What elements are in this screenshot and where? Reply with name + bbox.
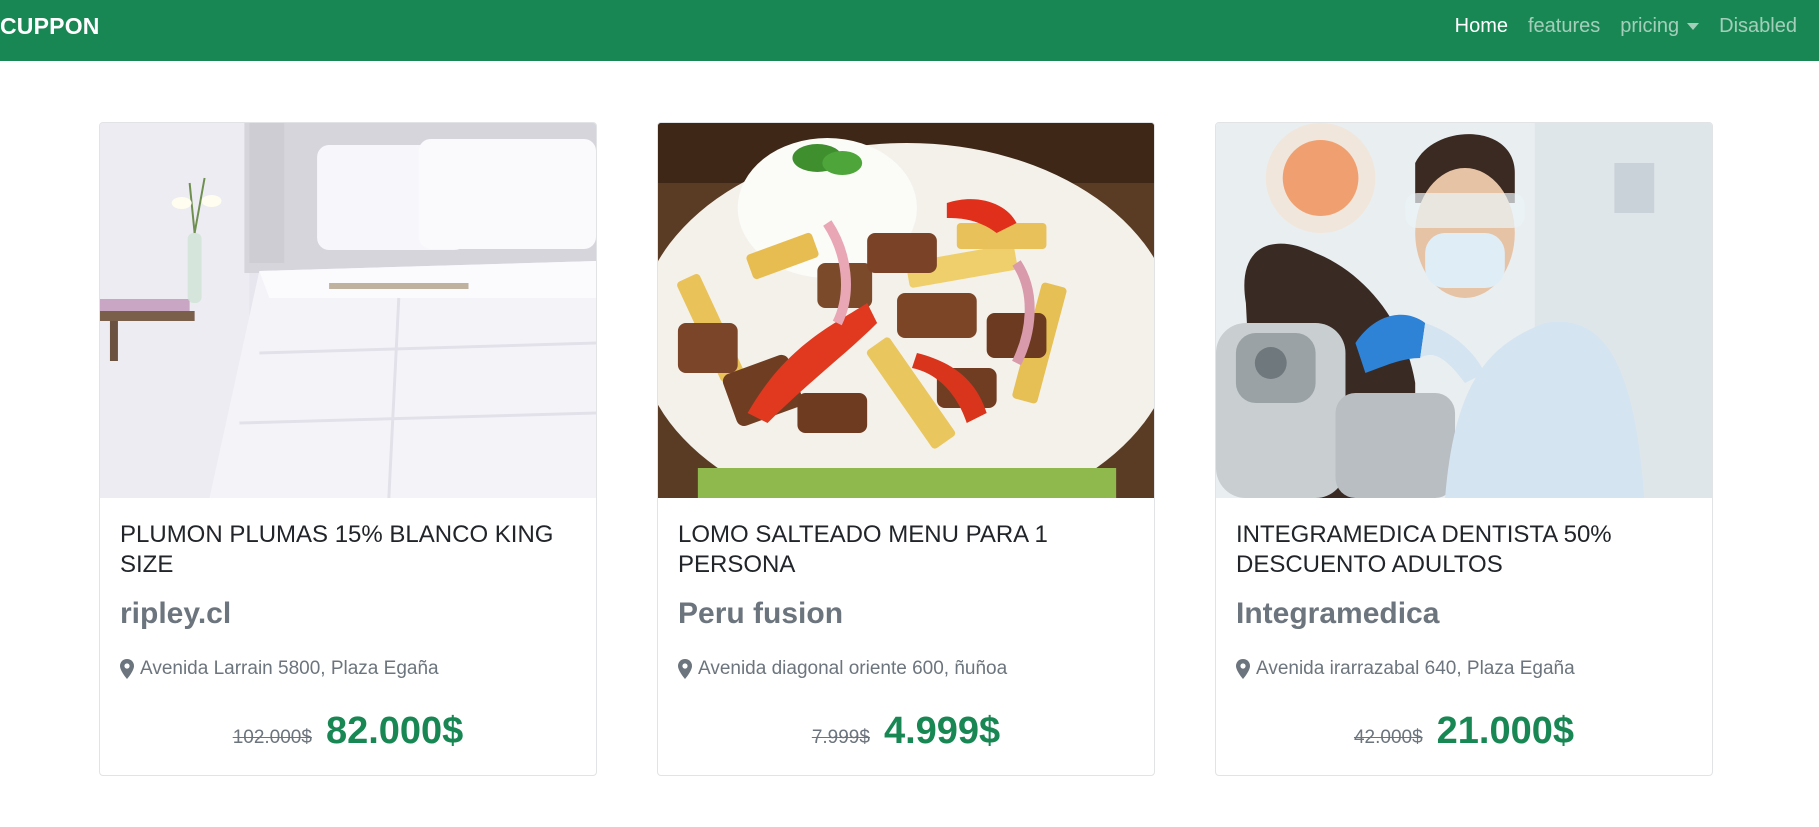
top-navbar: CUPPON Home features pricing Disabled — [0, 0, 1819, 61]
new-price: 4.999$ — [883, 710, 1001, 752]
bed-with-white-duvet-image — [100, 123, 596, 498]
deal-title: PLUMON PLUMAS 15% BLANCO KING SIZE — [120, 521, 554, 578]
store-name: Peru fusion — [678, 597, 844, 630]
address-line: Avenida diagonal oriente 600, ñuñoa — [678, 658, 1134, 680]
brand-logo[interactable]: CUPPON — [0, 13, 100, 40]
new-price: 21.000$ — [1436, 710, 1575, 752]
dentist-treating-patient-image — [1216, 123, 1712, 498]
old-price: 7.999$ — [811, 727, 870, 748]
deal-title: LOMO SALTEADO MENU PARA 1 PERSONA — [678, 521, 1048, 578]
address-text: Avenida Larrain 5800, Plaza Egaña — [140, 658, 439, 679]
deal-card[interactable]: INTEGRAMEDICA DENTISTA 50% DESCUENTO ADU… — [1215, 122, 1713, 776]
location-pin-icon — [678, 659, 692, 679]
old-price: 42.000$ — [1353, 727, 1423, 748]
address-text: Avenida diagonal oriente 600, ñuñoa — [698, 658, 1008, 679]
price-row: 42.000$ 21.000$ — [1236, 710, 1692, 753]
nav-links: Home features pricing Disabled — [1445, 15, 1807, 38]
new-price: 82.000$ — [325, 710, 464, 752]
card-body: PLUMON PLUMAS 15% BLANCO KING SIZE riple… — [100, 498, 596, 775]
location-pin-icon — [120, 659, 134, 679]
lomo-saltado-plate-image — [658, 123, 1154, 498]
deal-card[interactable]: LOMO SALTEADO MENU PARA 1 PERSONA Peru f… — [657, 122, 1155, 776]
price-row: 7.999$ 4.999$ — [678, 710, 1134, 753]
address-line: Avenida Larrain 5800, Plaza Egaña — [120, 658, 576, 680]
price-row: 102.000$ 82.000$ — [120, 710, 576, 753]
deal-title: INTEGRAMEDICA DENTISTA 50% DESCUENTO ADU… — [1236, 521, 1612, 578]
address-text: Avenida irarrazabal 640, Plaza Egaña — [1256, 658, 1575, 679]
deal-card[interactable]: PLUMON PLUMAS 15% BLANCO KING SIZE riple… — [99, 122, 597, 776]
location-pin-icon — [1236, 659, 1250, 679]
card-body: INTEGRAMEDICA DENTISTA 50% DESCUENTO ADU… — [1216, 498, 1712, 775]
card-body: LOMO SALTEADO MENU PARA 1 PERSONA Peru f… — [658, 498, 1154, 775]
address-line: Avenida irarrazabal 640, Plaza Egaña — [1236, 658, 1692, 680]
nav-link-features[interactable]: features — [1518, 15, 1610, 38]
caret-down-icon — [1687, 23, 1700, 30]
nav-link-pricing-label: pricing — [1620, 15, 1680, 37]
nav-link-home[interactable]: Home — [1445, 15, 1518, 38]
old-price: 102.000$ — [232, 727, 312, 748]
nav-link-pricing[interactable]: pricing — [1610, 15, 1709, 38]
deal-cards: PLUMON PLUMAS 15% BLANCO KING SIZE riple… — [99, 122, 1713, 776]
nav-link-disabled: Disabled — [1719, 15, 1797, 37]
store-name: ripley.cl — [120, 597, 232, 630]
store-name: Integramedica — [1236, 597, 1440, 630]
